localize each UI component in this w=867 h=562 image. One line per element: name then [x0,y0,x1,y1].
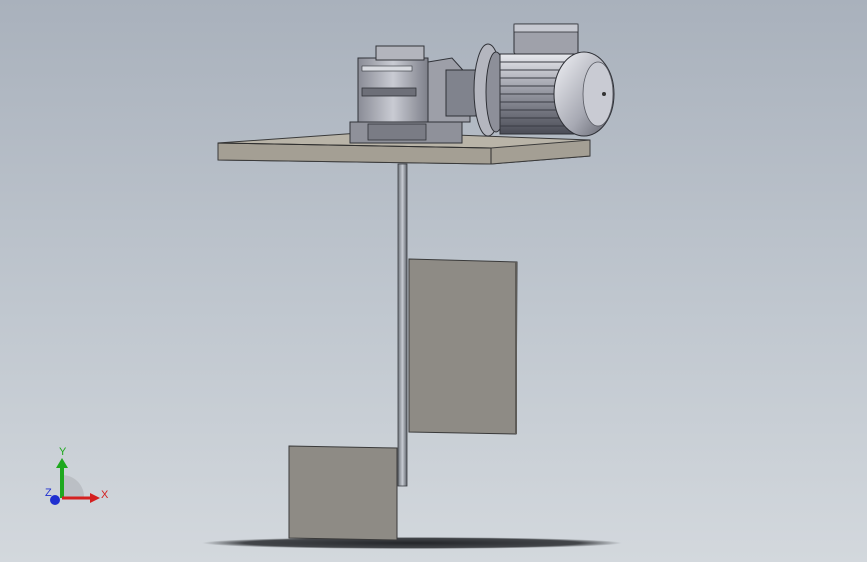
paddle-upper[interactable] [408,258,518,435]
z-axis-label: Z [45,487,52,499]
ground-shadow [202,537,622,549]
graphics-viewport[interactable]: Y X Z [0,0,867,562]
model-scene[interactable]: Y X Z [0,0,867,562]
x-axis-label: X [101,489,109,501]
y-axis-label: Y [59,446,67,458]
shaft[interactable] [397,163,408,487]
motor[interactable] [445,23,615,137]
paddle-lower[interactable] [288,445,398,541]
coordinate-triad: Y X Z [45,446,109,505]
